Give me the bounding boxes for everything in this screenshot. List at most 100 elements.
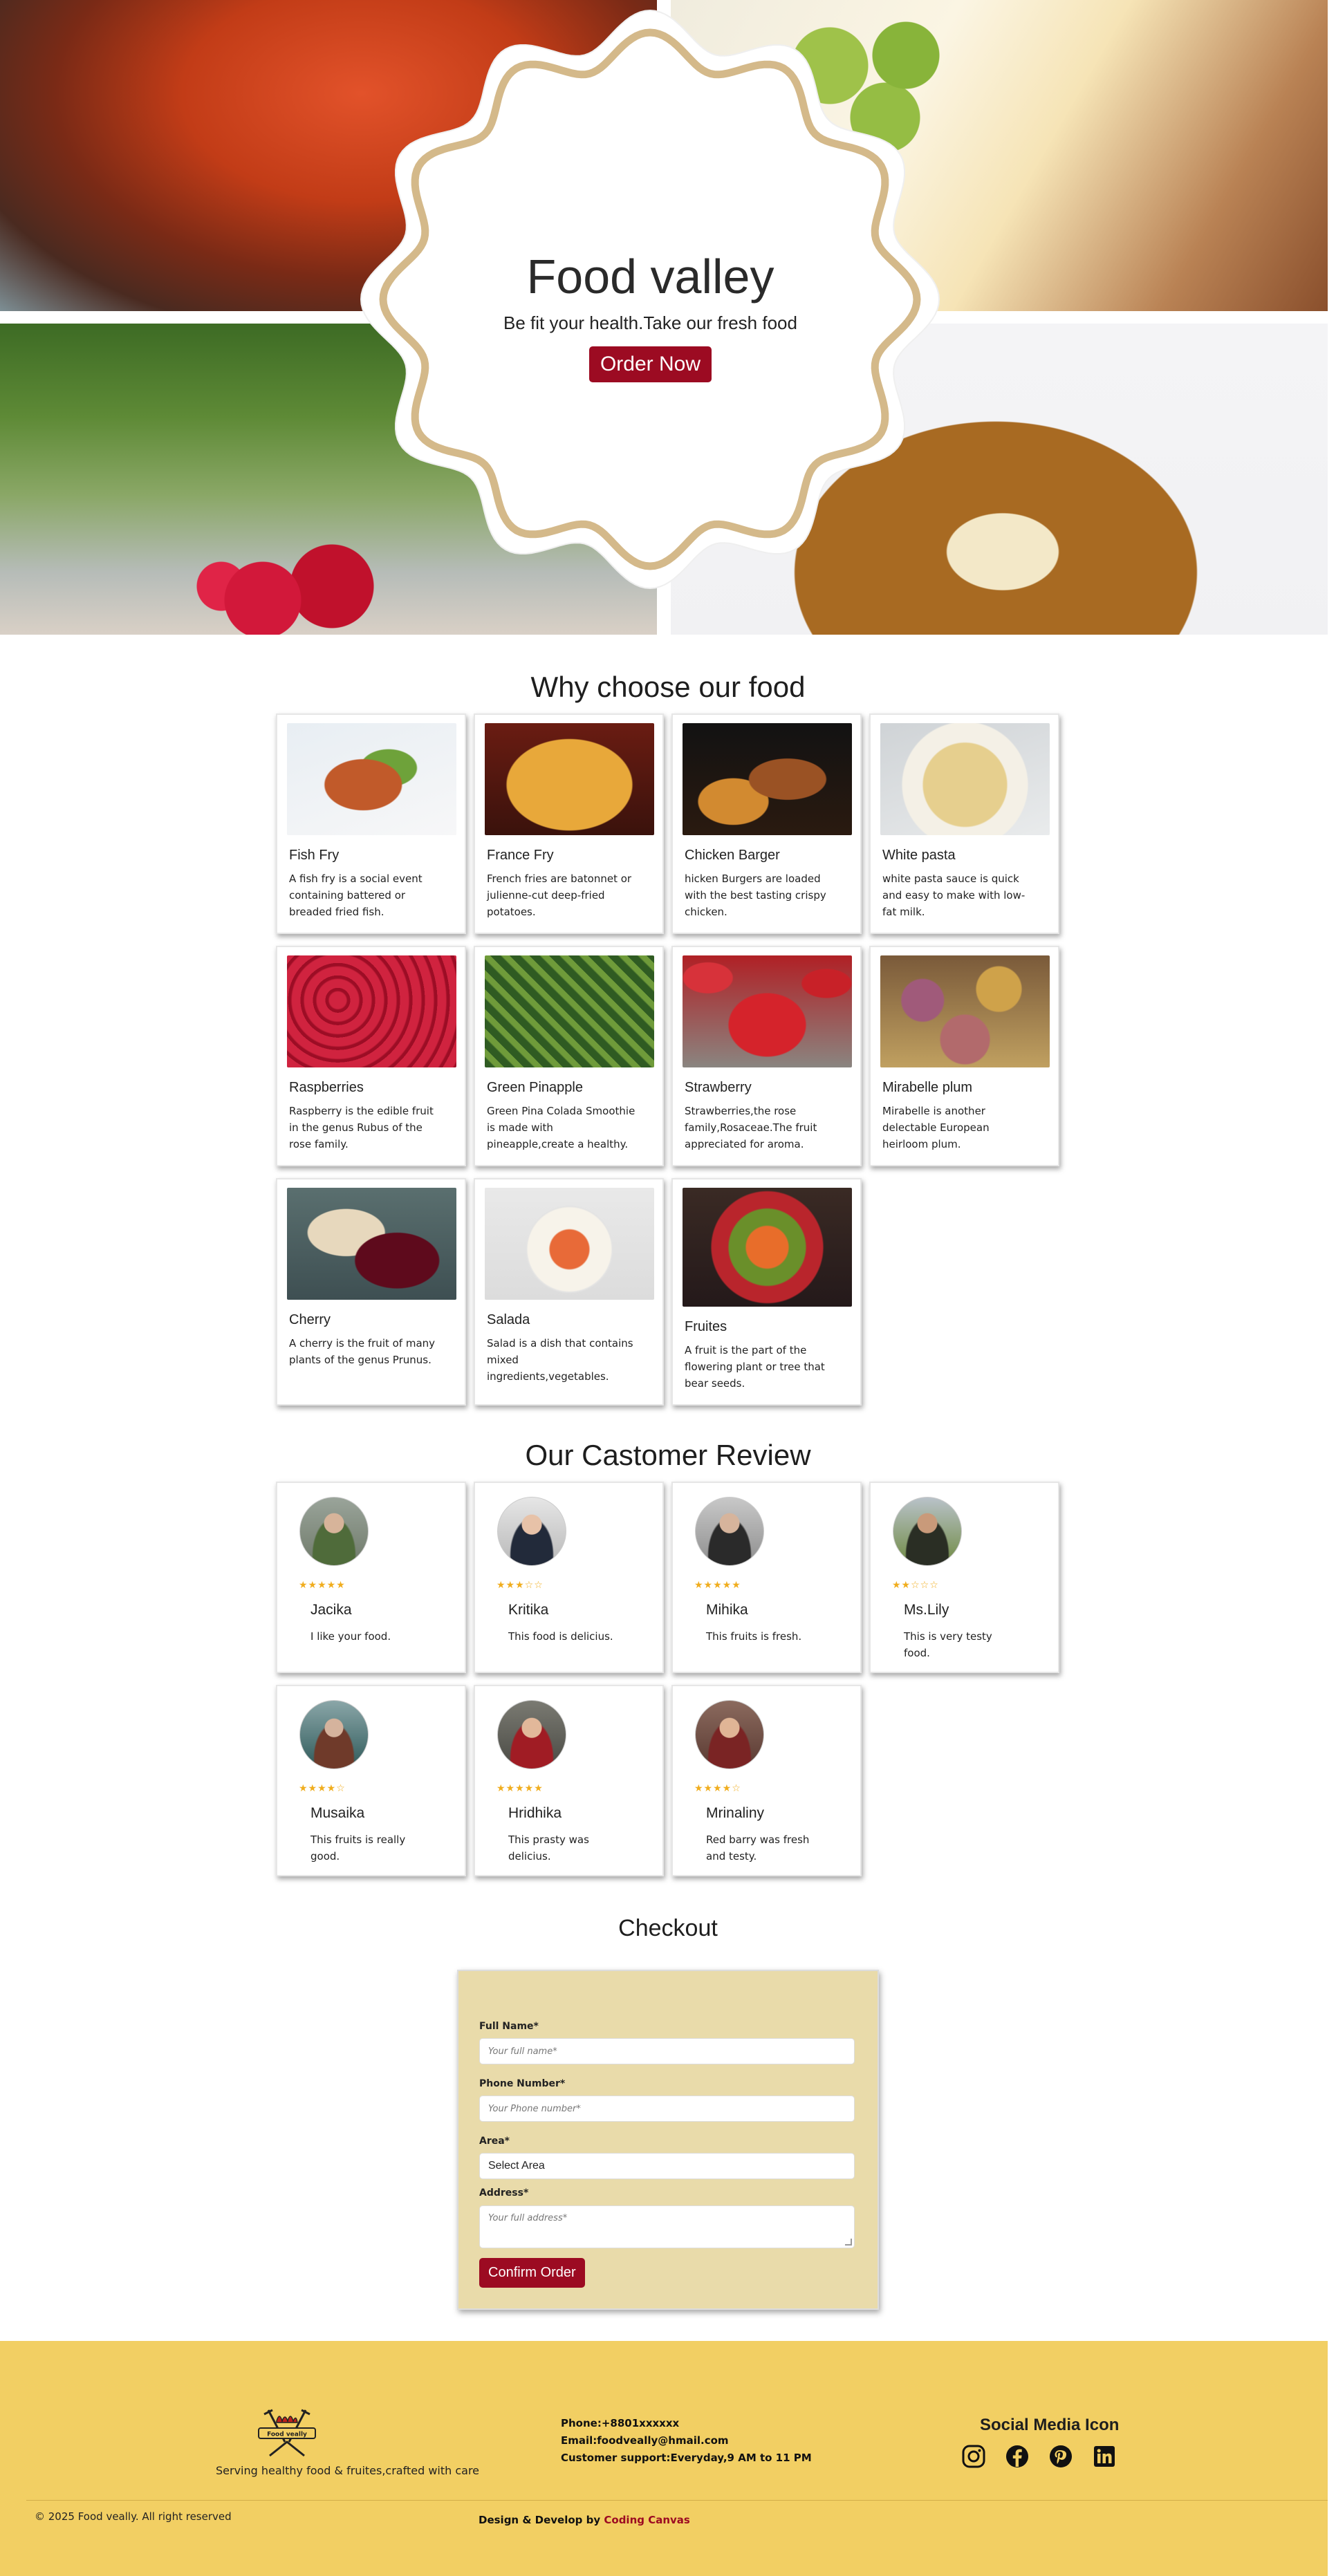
- food-name: Mirabelle plum: [882, 1080, 973, 1095]
- avatar: [299, 1497, 369, 1566]
- instagram-icon[interactable]: [961, 2443, 987, 2470]
- review-text: This is very testy food.: [904, 1630, 992, 1659]
- avatar: [893, 1497, 962, 1566]
- food-name: Chicken Barger: [685, 848, 780, 863]
- food-name: Fruites: [685, 1319, 727, 1334]
- reviewer-name: Jacika: [310, 1602, 352, 1618]
- reviewer-name: Hridhika: [508, 1805, 562, 1821]
- full-name-input[interactable]: Your full name*: [479, 2038, 855, 2064]
- food-image-strawberry: [683, 955, 852, 1067]
- food-image-mirabelle-plum: [880, 955, 1050, 1067]
- reviewer-name: Musaika: [310, 1805, 365, 1821]
- review-text: This fruits is fresh.: [706, 1630, 802, 1643]
- food-image-cherry: [287, 1188, 456, 1300]
- food-veally-logo: Food veally: [249, 2407, 325, 2457]
- review-text: This prasty was delicius.: [508, 1833, 589, 1863]
- credit-brand-link[interactable]: Coding Canvas: [604, 2514, 689, 2526]
- pinterest-icon[interactable]: [1048, 2443, 1074, 2470]
- address-label: Address*: [479, 2187, 529, 2199]
- food-image-salada: [485, 1188, 654, 1300]
- food-image-raspberries: [287, 955, 456, 1067]
- food-desc: French fries are batonnet or julienne-cu…: [487, 872, 632, 918]
- rating-stars: ★★★★★: [497, 1783, 544, 1794]
- copyright: © 2025 Food veally. All right reserved: [35, 2510, 232, 2523]
- hero-section: Food valley Be fit your health.Take our …: [0, 0, 1328, 635]
- order-now-button[interactable]: Order Now: [588, 346, 712, 382]
- avatar: [695, 1497, 764, 1566]
- food-image-white-pasta: [880, 723, 1050, 835]
- contact-email[interactable]: Email:foodveally@hmail.com: [561, 2432, 812, 2449]
- review-card: ★★★★★ Mihika This fruits is fresh.: [671, 1482, 862, 1673]
- credit-prefix: Design & Develop by: [479, 2514, 601, 2526]
- food-grid: Fish Fry A fish fry is a social event co…: [274, 713, 1062, 1406]
- why-section-title: Why choose our food: [530, 671, 806, 703]
- area-label: Area*: [479, 2136, 510, 2147]
- review-section-title: Our Castomer Review: [525, 1439, 811, 1471]
- food-desc: A fish fry is a social event containing …: [289, 872, 423, 918]
- food-name: Green Pinapple: [487, 1080, 583, 1095]
- hero-content: Food valley Be fit your health.Take our …: [358, 249, 943, 382]
- rating-stars: ★★★★☆: [694, 1783, 741, 1794]
- area-select[interactable]: Select Area: [479, 2153, 855, 2179]
- svg-text:Food veally: Food veally: [267, 2432, 307, 2438]
- reviewer-name: Mrinaliny: [706, 1805, 765, 1821]
- contact-phone: Phone:+8801xxxxxx: [561, 2417, 680, 2429]
- food-image-fish-fry: [287, 723, 456, 835]
- address-textarea[interactable]: Your full address*: [479, 2205, 855, 2248]
- rating-stars: ★★★★☆: [299, 1783, 346, 1794]
- full-name-label: Full Name*: [479, 2021, 539, 2032]
- review-card: ★★★★★ Jacika I like your food.: [276, 1482, 466, 1673]
- food-card: Raspberries Raspberry is the edible frui…: [276, 946, 466, 1166]
- food-desc: A fruit is the part of the flowering pla…: [685, 1344, 825, 1390]
- checkout-form: Full Name* Your full name* Phone Number*…: [457, 1970, 879, 2310]
- food-name: France Fry: [487, 848, 554, 863]
- footer-divider: [26, 2500, 1328, 2501]
- contact-info: Phone:+8801xxxxxx Email:foodveally@hmail…: [561, 2415, 812, 2467]
- rating-stars: ★★☆☆☆: [892, 1580, 939, 1591]
- avatar: [497, 1700, 566, 1769]
- phone-input[interactable]: Your Phone number*: [479, 2096, 855, 2122]
- review-card: ★★★★☆ Musaika This fruits is really good…: [276, 1685, 466, 1876]
- facebook-icon[interactable]: [1004, 2443, 1030, 2470]
- food-name: Cherry: [289, 1312, 331, 1327]
- food-name: Raspberries: [289, 1080, 364, 1095]
- food-desc: Mirabelle is another delectable European…: [882, 1105, 990, 1150]
- hero-title: Food valley: [526, 250, 774, 304]
- food-card: Strawberry Strawberries,the rose family,…: [671, 946, 862, 1166]
- food-image-fruites: [683, 1188, 852, 1307]
- food-card: Green Pinapple Green Pina Colada Smoothi…: [474, 946, 664, 1166]
- food-desc: hicken Burgers are loaded with the best …: [685, 872, 826, 918]
- rating-stars: ★★★★★: [299, 1580, 346, 1591]
- contact-support: Customer support:Everyday,9 AM to 11 PM: [561, 2452, 812, 2464]
- review-text: Red barry was fresh and testy.: [706, 1833, 810, 1863]
- food-image-green-pinapple: [485, 955, 654, 1067]
- rating-stars: ★★★★★: [694, 1580, 741, 1591]
- food-desc: A cherry is the fruit of many plants of …: [289, 1337, 436, 1366]
- review-card: ★★☆☆☆ Ms.Lily This is very testy food.: [869, 1482, 1059, 1673]
- reviewer-name: Ms.Lily: [904, 1602, 949, 1618]
- food-name: Salada: [487, 1312, 530, 1327]
- hero-subtitle: Be fit your health.Take our fresh food: [503, 312, 797, 333]
- rating-stars: ★★★☆☆: [497, 1580, 544, 1591]
- footer-tagline: Serving healthy food & fruites,crafted w…: [216, 2464, 480, 2477]
- food-card: France Fry French fries are batonnet or …: [474, 713, 664, 934]
- food-card: Chicken Barger hicken Burgers are loaded…: [671, 713, 862, 934]
- food-image-france-fry: [485, 723, 654, 835]
- phone-label: Phone Number*: [479, 2078, 566, 2089]
- food-desc: Salad is a dish that contains mixed ingr…: [487, 1337, 633, 1383]
- food-card: Fruites A fruit is the part of the flowe…: [671, 1178, 862, 1406]
- food-card: Cherry A cherry is the fruit of many pla…: [276, 1178, 466, 1406]
- checkout-title: Checkout: [618, 1915, 718, 1941]
- reviewer-name: Kritika: [508, 1602, 549, 1618]
- food-name: Strawberry: [685, 1080, 752, 1095]
- linkedin-icon[interactable]: [1091, 2443, 1117, 2470]
- food-card: Fish Fry A fish fry is a social event co…: [276, 713, 466, 934]
- food-desc: Strawberries,the rose family,Rosaceae.Th…: [685, 1105, 817, 1150]
- confirm-order-button[interactable]: Confirm Order: [479, 2258, 585, 2288]
- social-title: Social Media Icon: [980, 2416, 1120, 2434]
- footer: Food veally Serving healthy food & fruit…: [0, 2341, 1328, 2576]
- food-desc: Green Pina Colada Smoothie is made with …: [487, 1105, 635, 1150]
- avatar: [497, 1497, 566, 1566]
- food-desc: Raspberry is the edible fruit in the gen…: [289, 1105, 434, 1150]
- review-grid: ★★★★★ Jacika I like your food. ★★★☆☆ Kri…: [274, 1482, 1062, 1876]
